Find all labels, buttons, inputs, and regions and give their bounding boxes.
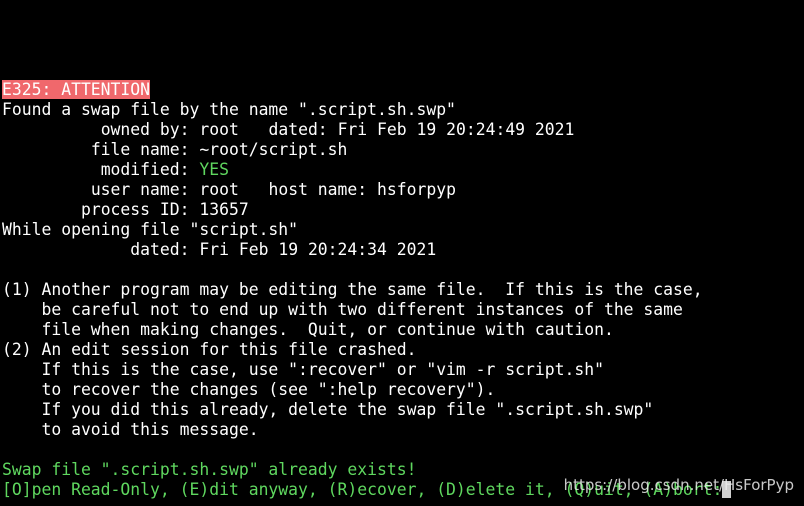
user-name-label: user name: [90,180,190,199]
process-id-label: process ID: [80,200,190,219]
explanation-line: If this is the case, use ":recover" or "… [2,360,604,379]
dated-value: Fri Feb 19 20:24:49 2021 [337,120,575,139]
explanation-line: to recover the changes (see ":help recov… [2,380,496,399]
host-name-label: host name: [268,180,368,199]
error-line: E325: ATTENTION [2,80,802,100]
dated-label: dated: [268,120,328,139]
while-opening-line: While opening file "script.sh" [2,220,299,239]
explanation-line: (1) Another program may be editing the s… [2,280,703,299]
user-name-value: root [199,180,239,199]
modified-line: modified: YES [2,160,802,180]
explanation-line: to avoid this message. [2,420,259,439]
modified-value: YES [199,160,229,179]
owned-by-label: owned by: [100,120,190,139]
error-code: E325: ATTENTION [2,80,151,99]
opening-dated-line: dated: Fri Feb 19 20:24:34 2021 [2,240,802,260]
owned-by-value: root [199,120,239,139]
host-name-value: hsforpyp [377,180,456,199]
opening-dated-value: Fri Feb 19 20:24:34 2021 [199,240,437,259]
explanation-line: (2) An edit session for this file crashe… [2,340,417,359]
opening-dated-label: dated: [130,240,190,259]
terminal-output: E325: ATTENTION Found a swap file by the… [2,80,802,500]
process-id-line: process ID: 13657 [2,200,802,220]
owned-by-line: owned by: root dated: Fri Feb 19 20:24:4… [2,120,802,140]
process-id-value: 13657 [199,200,249,219]
modified-label: modified: [100,160,190,179]
user-name-line: user name: root host name: hsforpyp [2,180,802,200]
file-name-line: file name: ~root/script.sh [2,140,802,160]
explanation-line: If you did this already, delete the swap… [2,400,654,419]
file-name-value: ~root/script.sh [199,140,348,159]
watermark-url: https://blog.csdn.net/HsForPyp [563,476,794,494]
found-swap-line: Found a swap file by the name ".script.s… [2,100,456,119]
explanation-line: file when making changes. Quit, or conti… [2,320,614,339]
explanation-line: be careful not to end up with two differ… [2,300,683,319]
file-name-label: file name: [90,140,190,159]
